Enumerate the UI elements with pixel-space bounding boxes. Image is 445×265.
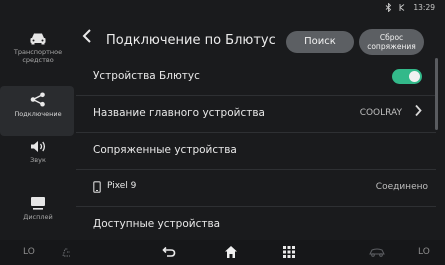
connection-status: Соединено xyxy=(375,182,428,192)
available-devices-header: Доступные устройства xyxy=(76,206,436,240)
sidebar-item-label: Подключение xyxy=(14,110,62,118)
sidebar-item-vehicle[interactable]: Транспортное средство xyxy=(0,32,76,64)
left-temperature[interactable]: LO xyxy=(23,247,35,257)
phone-link-icon xyxy=(399,3,405,11)
sidebar: Транспортное средство Подключение Звук Д… xyxy=(0,22,76,240)
sidebar-item-label: Звук xyxy=(30,156,46,164)
main-device-name-row[interactable]: Название главного устройства COOLRAY xyxy=(76,95,436,133)
seat-heat-icon[interactable] xyxy=(61,246,73,258)
row-label: Устройства Блютус xyxy=(93,70,200,82)
reset-label-line1: Сброс xyxy=(379,33,404,42)
home-icon[interactable] xyxy=(224,245,238,259)
speaker-icon xyxy=(30,141,45,152)
section-label: Сопряженные устройства xyxy=(93,144,237,156)
phone-icon xyxy=(93,181,101,193)
page-header: Подключение по Блютус Поиск Сброс сопряж… xyxy=(76,22,445,58)
bluetooth-toggle[interactable] xyxy=(392,69,422,84)
scrollbar[interactable] xyxy=(435,58,438,130)
chevron-right-icon xyxy=(414,104,422,121)
back-arrow-icon[interactable] xyxy=(162,246,176,258)
device-name-value: COOLRAY xyxy=(359,108,402,118)
sidebar-item-label: Транспортное средство xyxy=(13,48,63,64)
settings-list: Устройства Блютус Название главного устр… xyxy=(76,58,436,240)
toggle-knob xyxy=(409,71,420,82)
search-button[interactable]: Поиск xyxy=(286,31,354,53)
bottom-bar: LO LO xyxy=(0,240,445,265)
device-name: Pixel 9 xyxy=(107,181,137,191)
back-button[interactable] xyxy=(82,28,92,49)
car-icon xyxy=(30,33,46,45)
monitor-icon xyxy=(31,197,45,210)
chevron-left-icon xyxy=(82,29,91,43)
reset-pairing-button[interactable]: Сброс сопряжения xyxy=(359,29,424,55)
sidebar-item-sound[interactable]: Звук xyxy=(0,140,76,164)
share-icon xyxy=(30,92,45,107)
paired-devices-header: Сопряженные устройства xyxy=(76,132,436,170)
bluetooth-status-icon xyxy=(386,2,392,12)
sidebar-item-connection[interactable]: Подключение xyxy=(0,86,76,136)
row-label: Название главного устройства xyxy=(93,107,265,119)
car-climate-icon[interactable] xyxy=(368,247,386,257)
apps-grid-icon[interactable] xyxy=(283,246,295,258)
status-bar: 13:29 xyxy=(385,0,435,14)
paired-device-pixel[interactable]: Pixel 9 Соединено xyxy=(76,169,436,207)
right-temperature[interactable]: LO xyxy=(418,247,430,257)
reset-label-line2: сопряжения xyxy=(367,42,416,51)
clock: 13:29 xyxy=(413,2,435,12)
bluetooth-devices-row[interactable]: Устройства Блютус xyxy=(76,58,436,96)
page-title: Подключение по Блютус xyxy=(106,33,276,48)
section-label: Доступные устройства xyxy=(93,218,221,230)
sidebar-item-label: Дисплей xyxy=(23,213,53,221)
sidebar-item-display[interactable]: Дисплей xyxy=(0,196,76,221)
